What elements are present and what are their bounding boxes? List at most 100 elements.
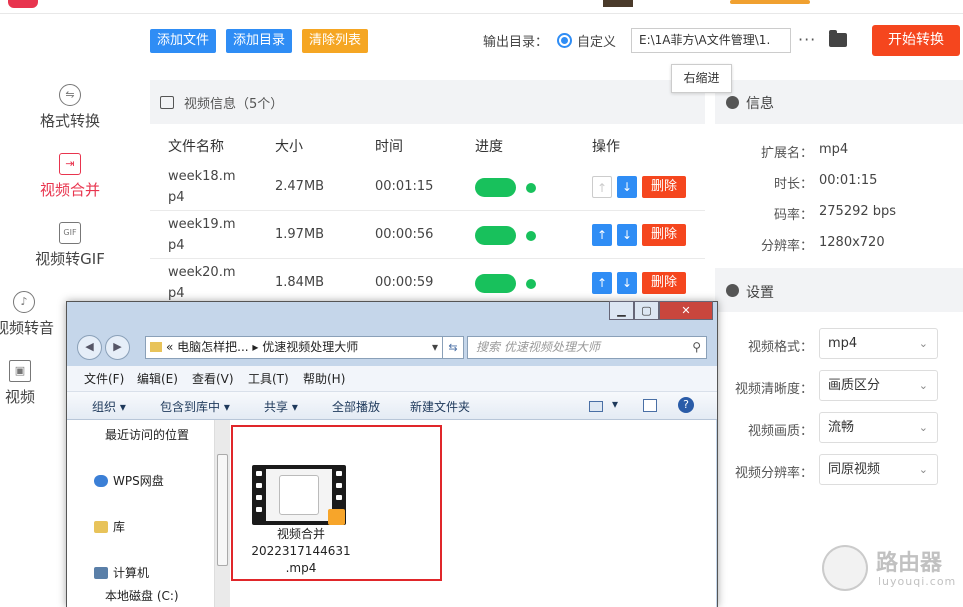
play-all-button[interactable]: 全部播放 [332, 398, 380, 415]
gif-icon: GIF [59, 222, 81, 244]
navigation-scrollbar[interactable] [214, 420, 230, 607]
file-name-label[interactable]: 视频合并 2022317144631 .mp4 [246, 526, 356, 577]
select-value: 同原视频 [828, 462, 881, 477]
file-name-line: 视频合并 [276, 527, 325, 541]
chevron-down-icon[interactable]: ▾ [432, 337, 438, 358]
settings-title: 设置 [746, 285, 774, 301]
select-value: mp4 [828, 336, 858, 351]
address-path: « 电脑怎样把... ▸ 优速视频处理大师 [166, 340, 359, 354]
check-icon [526, 183, 536, 193]
table-row[interactable]: week19.mp4 1.97MB 00:00:56 ↑ ↓ 删除 [150, 211, 705, 259]
file-name-line: 2022317144631 [251, 544, 351, 558]
search-input[interactable]: 搜索 优速视频处理大师 ⚲ [467, 336, 707, 359]
select-value: 画质区分 [828, 378, 881, 393]
library-icon [94, 521, 108, 533]
video-icon: ▣ [9, 360, 31, 382]
preview-pane-icon[interactable] [643, 399, 657, 412]
file-name: week20.mp4 [168, 265, 236, 301]
nav-item-local-disk[interactable]: 本地磁盘 (C:) [105, 587, 179, 604]
move-up-button[interactable]: ↑ [592, 272, 612, 294]
new-folder-button[interactable]: 新建文件夹 [410, 398, 470, 415]
video-clarity-select[interactable]: 画质区分 ⌄ [819, 370, 938, 401]
back-arrow-icon[interactable]: ◀ [77, 335, 102, 360]
watermark: 路由器 luyouqi.com [822, 543, 955, 593]
chevron-down-icon[interactable]: ▾ [612, 397, 618, 411]
info-key: 扩展名： [760, 146, 813, 161]
sidebar-item-video-to-gif[interactable]: GIF 视频转GIF [0, 222, 140, 269]
column-header-size: 大小 [275, 139, 303, 155]
refresh-icon[interactable]: ⇆ [442, 336, 464, 359]
open-folder-icon[interactable] [829, 30, 847, 47]
move-up-button[interactable]: ↑ [592, 224, 612, 246]
image-icon [160, 96, 174, 109]
add-directory-button[interactable]: 添加目录 [226, 29, 293, 53]
info-key: 时长： [773, 177, 813, 192]
forward-arrow-icon[interactable]: ▶ [105, 335, 130, 360]
info-value: 00:01:15 [819, 173, 878, 188]
video-resolution-select[interactable]: 同原视频 ⌄ [819, 454, 938, 485]
info-title: 信息 [746, 96, 774, 112]
file-size: 1.97MB [275, 227, 325, 242]
watermark-logo-icon [822, 545, 868, 591]
share-button[interactable]: 共享 ▾ [264, 398, 298, 415]
file-time: 00:00:56 [375, 227, 434, 242]
video-list-title: 视频信息（5个） [184, 97, 284, 112]
move-down-button[interactable]: ↓ [617, 224, 637, 246]
nav-item-wps[interactable]: WPS网盘 [94, 472, 164, 489]
file-name: week18.mp4 [168, 169, 236, 205]
more-options-button[interactable]: ··· [798, 30, 816, 49]
nav-item-library[interactable]: 库 [94, 518, 125, 535]
table-row[interactable]: week20.mp4 1.84MB 00:00:59 ↑ ↓ 删除 [150, 259, 705, 307]
info-value: 1280x720 [819, 235, 885, 250]
tooltip: 右缩进 [671, 64, 732, 93]
sidebar-item-format-convert[interactable]: ⇋ 格式转换 [0, 84, 140, 131]
check-icon [526, 231, 536, 241]
clear-list-button[interactable]: 清除列表 [302, 29, 369, 53]
menu-help[interactable]: 帮助(H) [303, 370, 345, 387]
scrollbar-thumb[interactable] [217, 454, 228, 566]
info-value: mp4 [819, 142, 849, 157]
sidebar-item-label: 视频合并 [39, 181, 100, 199]
move-down-button[interactable]: ↓ [617, 176, 637, 198]
file-name: week19.mp4 [168, 217, 236, 253]
window-controls: ▁ ▢ ✕ [609, 301, 713, 320]
menu-tools[interactable]: 工具(T) [248, 370, 289, 387]
move-down-button[interactable]: ↓ [617, 272, 637, 294]
move-up-button: ↑ [592, 176, 612, 198]
chevron-down-icon: ⌄ [918, 379, 928, 392]
gear-icon [726, 284, 739, 297]
video-format-select[interactable]: mp4 ⌄ [819, 328, 938, 359]
nav-item-recent[interactable]: 最近访问的位置 [105, 426, 189, 443]
select-value: 流畅 [828, 420, 855, 435]
start-convert-button[interactable]: 开始转换 [872, 25, 960, 56]
gear-icon [726, 96, 739, 109]
sidebar-item-label: 格式转换 [39, 112, 100, 130]
video-file-icon[interactable] [252, 465, 346, 525]
menu-file[interactable]: 文件(F) [84, 370, 124, 387]
video-quality-select[interactable]: 流畅 ⌄ [819, 412, 938, 443]
close-button[interactable]: ✕ [659, 301, 713, 320]
minimize-button[interactable]: ▁ [609, 301, 634, 320]
address-bar[interactable]: « 电脑怎样把... ▸ 优速视频处理大师 ▾ [145, 336, 461, 359]
progress-bar [475, 226, 516, 245]
table-row[interactable]: week18.mp4 2.47MB 00:01:15 ↑ ↓ 删除 [150, 163, 705, 211]
document-icon [279, 475, 319, 515]
top-thumbnail [603, 0, 633, 7]
menu-view[interactable]: 查看(V) [192, 370, 234, 387]
delete-button[interactable]: 删除 [642, 176, 686, 198]
maximize-button[interactable]: ▢ [634, 301, 659, 320]
output-path-input[interactable]: E:\1A菲方\A文件管理\1. [631, 28, 791, 53]
search-icon[interactable]: ⚲ [692, 337, 701, 358]
setting-label: 视频画质： [747, 424, 813, 439]
menu-edit[interactable]: 编辑(E) [137, 370, 178, 387]
organize-button[interactable]: 组织 ▾ [92, 398, 126, 415]
add-file-button[interactable]: 添加文件 [150, 29, 217, 53]
nav-item-computer[interactable]: 计算机 [94, 564, 149, 581]
delete-button[interactable]: 删除 [642, 272, 686, 294]
help-icon[interactable]: ? [678, 397, 694, 413]
sidebar-item-video-merge[interactable]: ⇥ 视频合并 [0, 153, 140, 200]
view-options-icon[interactable] [589, 401, 603, 412]
include-in-library-button[interactable]: 包含到库中 ▾ [160, 398, 230, 415]
custom-radio[interactable] [557, 33, 572, 48]
delete-button[interactable]: 删除 [642, 224, 686, 246]
